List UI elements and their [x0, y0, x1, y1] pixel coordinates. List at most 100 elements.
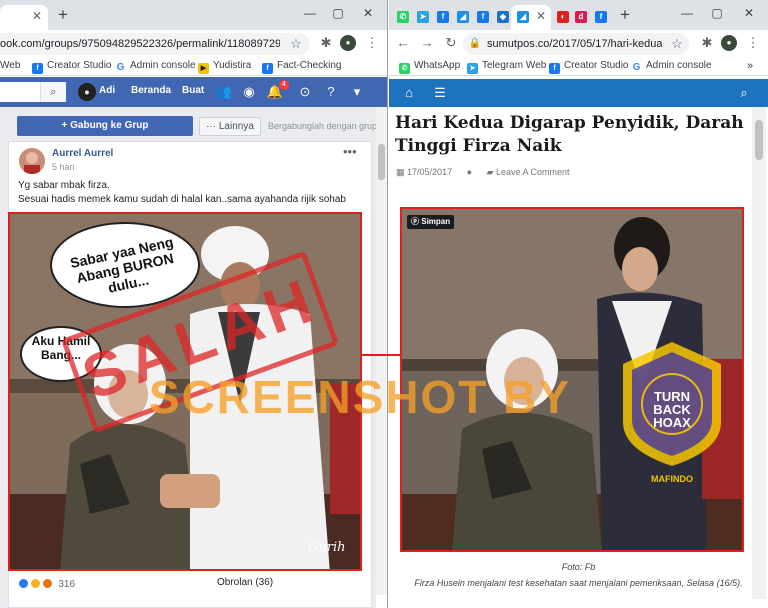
tab-strip: ✕ + — ▢ ✕ [0, 0, 387, 30]
comments-link[interactable]: Obrolan (36) [217, 577, 273, 588]
bookmark-yudistira[interactable]: ▶ Yudistira [198, 59, 251, 74]
close-icon[interactable]: ✕ [534, 9, 548, 23]
author-avatar[interactable] [19, 148, 45, 174]
maximize-button[interactable]: ▢ [707, 4, 727, 22]
help-icon[interactable]: ? [322, 83, 340, 101]
join-group-button[interactable]: + Gabung ke Grup [17, 116, 193, 136]
forward-icon[interactable]: → [419, 35, 435, 51]
bookmarks-bar: Web f Creator Studio G Admin console ▶ Yudi… [0, 56, 387, 76]
star-icon[interactable]: ☆ [669, 36, 685, 52]
bookmark-telegram[interactable]: ➤ Telegram Web [467, 59, 546, 74]
extensions-icon[interactable]: ✱ [699, 35, 715, 51]
profile-avatar[interactable]: ● [340, 35, 356, 51]
seal-text: TURN BACK HOAX [653, 389, 691, 430]
address-text: ook.com/groups/975094829522326/permalink… [0, 38, 280, 50]
sumutpos-icon[interactable]: ◈ [497, 11, 509, 23]
watermark-text: SCREENSHOT BY [148, 371, 572, 423]
reaction-summary[interactable]: 316 [18, 578, 75, 592]
article-title: Hari Kedua Digarap Penyidik, Darah Tingg… [395, 113, 744, 156]
fb-profile-link[interactable]: Adi [99, 85, 115, 96]
post-options-icon[interactable]: ••• [343, 144, 357, 159]
window-close-button[interactable]: ✕ [358, 4, 378, 22]
site-navbar: ⌂ ☰ ⌕ [389, 79, 768, 107]
friends-icon[interactable]: 👥 [215, 83, 233, 101]
post-text-line: Yg sabar mbak firza. [18, 180, 110, 191]
search-icon[interactable]: ⌕ [40, 82, 66, 102]
messenger-icon[interactable]: ◉ [240, 83, 258, 101]
meme-signature: Gurih [308, 540, 346, 555]
bookmark-fact-checking[interactable]: f Fact-Checking [262, 59, 341, 74]
window-close-button[interactable]: ✕ [739, 4, 759, 22]
minimize-button[interactable]: — [677, 4, 697, 22]
extensions-icon[interactable]: ✱ [318, 35, 334, 51]
facebook-icon: f [32, 63, 43, 74]
bookmark-web[interactable]: Web [0, 59, 20, 73]
bookmark-creator-studio[interactable]: f Creator Studio [549, 59, 628, 74]
pinterest-save-button[interactable]: ⓟ Simpan [407, 215, 455, 229]
address-bar[interactable]: 🔒 sumutpos.co/2017/05/17/hari-kedua-... … [463, 33, 689, 55]
facebook-icon[interactable]: f [477, 11, 489, 23]
fb-nav-create[interactable]: Buat [182, 85, 204, 96]
menu-icon[interactable]: ⋮ [364, 35, 380, 51]
like-icon [18, 578, 29, 589]
facebook-icon[interactable]: f [595, 11, 607, 23]
menu-icon[interactable]: ⋮ [745, 35, 761, 51]
facebook-header: ⌕ ● Adi Beranda Buat 👥 ◉ 🔔 4 ⊙ ? ▾ [0, 77, 387, 107]
sumutpos-icon[interactable]: ◢ [457, 11, 469, 23]
pinterest-icon: ⓟ [411, 217, 422, 226]
address-bar[interactable]: ook.com/groups/975094829522326/permalink… [0, 33, 310, 55]
maximize-button[interactable]: ▢ [328, 4, 348, 22]
haha-icon [29, 578, 41, 589]
notification-badge: 4 [279, 80, 289, 90]
comparison-connector-line [362, 354, 400, 356]
fb-nav-home[interactable]: Beranda [131, 85, 171, 96]
article-date: 17/05/2017 [407, 167, 453, 177]
google-icon: G [115, 62, 126, 73]
search-icon[interactable]: ⌕ [736, 85, 752, 101]
detik-icon[interactable]: d [575, 11, 587, 23]
leave-comment-link[interactable]: Leave A Comment [496, 167, 570, 177]
telegram-icon: ➤ [467, 63, 478, 74]
bookmark-admin-console[interactable]: G Admin console [631, 59, 712, 73]
user-avatar[interactable]: ● [78, 83, 96, 101]
post-timestamp[interactable]: 5 hari [52, 162, 75, 172]
red-site-icon[interactable]: ◐ [557, 11, 569, 23]
home-icon[interactable]: ⌂ [401, 85, 417, 101]
fb-search-input[interactable]: ⌕ [0, 82, 66, 102]
facebook-icon: f [549, 63, 560, 74]
minimize-button[interactable]: — [300, 4, 320, 22]
bookmark-creator-studio[interactable]: f Creator Studio [32, 59, 111, 74]
telegram-icon[interactable]: ➤ [417, 11, 429, 23]
scrollbar-thumb[interactable] [755, 120, 763, 160]
photo-credit: Foto: Fb [561, 562, 596, 572]
reload-icon[interactable]: ↻ [443, 35, 459, 51]
facebook-icon[interactable]: f [437, 11, 449, 23]
scrollbar-thumb[interactable] [378, 144, 385, 180]
new-tab-button[interactable]: + [617, 6, 633, 24]
apps-icon[interactable]: ⊙ [296, 83, 314, 101]
new-tab-button[interactable]: + [55, 6, 71, 24]
whatsapp-icon: ✆ [399, 63, 410, 74]
chevron-down-icon[interactable]: ▾ [348, 83, 366, 101]
bookmark-whatsapp[interactable]: ✆ WhatsApp [399, 59, 460, 74]
comment-icon: ▰ [486, 167, 494, 177]
star-icon[interactable]: ☆ [288, 36, 304, 52]
back-icon[interactable]: ← [395, 35, 411, 51]
more-button[interactable]: ··· Lainnya [199, 117, 261, 136]
seal-organization: MAFINDO [651, 474, 693, 484]
lock-icon[interactable]: 🔒 [467, 36, 483, 52]
google-icon: G [631, 62, 642, 73]
bookmarks-bar: ✆ WhatsApp ➤ Telegram Web f Creator Studio … [389, 56, 768, 76]
post-author[interactable]: Aurrel Aurrel [52, 148, 113, 159]
bookmarks-overflow-icon[interactable]: » [747, 59, 753, 73]
hamburger-menu-icon[interactable]: ☰ [432, 85, 448, 101]
join-hint-text: Bergabunglah dengan grup i [268, 121, 376, 131]
close-icon[interactable]: ✕ [30, 9, 44, 23]
profile-avatar[interactable]: ● [721, 35, 737, 51]
bookmark-admin-console[interactable]: G Admin console [115, 59, 196, 73]
scrollbar[interactable] [376, 107, 387, 595]
article-meta: ▦ 17/05/2017 ● ▰ Leave A Comment [396, 167, 570, 178]
whatsapp-icon[interactable]: ✆ [397, 11, 409, 23]
address-text: sumutpos.co/2017/05/17/hari-kedua-... [487, 38, 662, 50]
scrollbar[interactable] [752, 107, 766, 599]
